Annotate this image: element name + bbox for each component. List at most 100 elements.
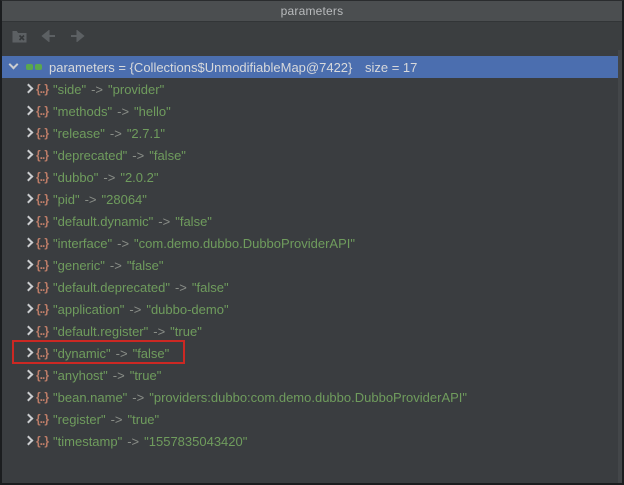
chevron-right-icon[interactable] xyxy=(23,281,35,293)
map-entry-text: "timestamp" -> "1557835043420" xyxy=(53,434,247,449)
tree-row-map-entry[interactable]: {..} "methods" -> "hello" xyxy=(2,100,618,122)
tree-row-root[interactable]: parameters = {Collections$UnmodifiableMa… xyxy=(2,56,618,78)
chevron-right-icon[interactable] xyxy=(23,237,35,249)
entry-key: "application" xyxy=(53,301,125,317)
entry-value: "2.0.2" xyxy=(120,169,159,185)
chevron-right-icon[interactable] xyxy=(23,193,35,205)
entry-value: "false" xyxy=(191,279,229,295)
map-entry-text: "methods" -> "hello" xyxy=(53,104,171,119)
map-entry-text: "deprecated" -> "false" xyxy=(53,148,186,163)
inspect-window: parameters parameters = {Collections$Unm… xyxy=(0,0,624,485)
watch-glasses-icon xyxy=(26,64,42,70)
tree-row-map-entry[interactable]: {..} "dynamic" -> "false" xyxy=(2,340,618,364)
entry-key: "release" xyxy=(53,125,105,141)
map-entry-text: "anyhost" -> "true" xyxy=(53,368,161,383)
entry-value: "false" xyxy=(126,257,164,273)
tree-row-map-entry[interactable]: {..} "side" -> "provider" xyxy=(2,78,618,100)
tree-row-map-entry[interactable]: {..} "register" -> "true" xyxy=(2,408,618,430)
map-entry-text: "default.register" -> "true" xyxy=(53,324,202,339)
forward-arrow-icon[interactable] xyxy=(69,28,85,44)
map-entry-icon: {..} xyxy=(36,368,49,382)
map-entry-icon: {..} xyxy=(36,192,49,206)
window-titlebar[interactable]: parameters xyxy=(2,1,622,22)
map-entry-icon: {..} xyxy=(36,170,49,184)
map-size-label: size = 17 xyxy=(365,59,418,75)
arrow-separator: -> xyxy=(174,279,187,295)
entry-key: "default.dynamic" xyxy=(53,213,154,229)
tree-row-map-entry[interactable]: {..} "default.dynamic" -> "false" xyxy=(2,210,618,232)
tree-row-map-entry[interactable]: {..} "pid" -> "28064" xyxy=(2,188,618,210)
tree-row-map-entry[interactable]: {..} "anyhost" -> "true" xyxy=(2,364,618,386)
tree-row-map-entry[interactable]: {..} "default.register" -> "true" xyxy=(2,320,618,342)
entry-key: "bean.name" xyxy=(53,389,128,405)
map-entry-text: "interface" -> "com.demo.dubbo.DubboProvid… xyxy=(53,236,355,251)
chevron-right-icon[interactable] xyxy=(23,127,35,139)
entry-value: "dubbo-demo" xyxy=(146,301,229,317)
map-entry-text: "release" -> "2.7.1" xyxy=(53,126,165,141)
tree-row-map-entry[interactable]: {..} "deprecated" -> "false" xyxy=(2,144,618,166)
entry-key: "default.register" xyxy=(53,323,149,339)
entry-value: "1557835043420" xyxy=(144,433,248,449)
chevron-right-icon[interactable] xyxy=(23,105,35,117)
entry-value: "provider" xyxy=(108,81,165,97)
map-entry-icon: {..} xyxy=(36,346,49,360)
tree-row-map-entry[interactable]: {..} "default.deprecated" -> "false" xyxy=(2,276,618,298)
arrow-separator: -> xyxy=(112,367,125,383)
arrow-separator: -> xyxy=(153,323,166,339)
entry-value: "true" xyxy=(129,367,162,383)
entry-key: "anyhost" xyxy=(53,367,108,383)
tree-row-map-entry[interactable]: {..} "interface" -> "com.demo.dubbo.DubboP… xyxy=(2,232,618,254)
variables-tree: parameters = {Collections$UnmodifiableMa… xyxy=(2,50,622,483)
tree-row-map-entry[interactable]: {..} "bean.name" -> "providers:dubbo:com.d… xyxy=(2,386,618,408)
entry-key: "timestamp" xyxy=(53,433,123,449)
chevron-right-icon[interactable] xyxy=(23,435,35,447)
map-entry-icon: {..} xyxy=(36,148,49,162)
folder-x-icon[interactable] xyxy=(11,28,27,44)
tree-row-map-entry[interactable]: {..} "timestamp" -> "1557835043420" xyxy=(2,430,618,452)
arrow-separator: -> xyxy=(132,147,145,163)
entry-key: "methods" xyxy=(53,103,113,119)
map-entry-text: "bean.name" -> "providers:dubbo:com.demo.d… xyxy=(53,390,467,405)
map-entry-icon: {..} xyxy=(36,104,49,118)
chevron-right-icon[interactable] xyxy=(23,303,35,315)
entry-key: "pid" xyxy=(53,191,80,207)
equals-sign: = xyxy=(118,59,126,75)
arrow-separator: -> xyxy=(115,345,128,361)
arrow-separator: -> xyxy=(109,257,122,273)
map-entry-icon: {..} xyxy=(36,126,49,140)
chevron-down-icon[interactable] xyxy=(8,61,20,73)
tree-row-map-entry[interactable]: {..} "generic" -> "false" xyxy=(2,254,618,276)
entry-key: "deprecated" xyxy=(53,147,128,163)
entry-value: "hello" xyxy=(134,103,171,119)
chevron-right-icon[interactable] xyxy=(23,369,35,381)
chevron-right-icon[interactable] xyxy=(23,83,35,95)
chevron-right-icon[interactable] xyxy=(23,391,35,403)
tree-row-map-entry[interactable]: {..} "release" -> "2.7.1" xyxy=(2,122,618,144)
map-entry-icon: {..} xyxy=(36,258,49,272)
entry-key: "dynamic" xyxy=(53,345,111,361)
map-entry-icon: {..} xyxy=(36,412,49,426)
chevron-right-icon[interactable] xyxy=(23,215,35,227)
arrow-separator: -> xyxy=(117,103,130,119)
entry-value: "2.7.1" xyxy=(126,125,165,141)
entry-value: "false" xyxy=(149,147,186,163)
map-entry-icon: {..} xyxy=(36,280,49,294)
entry-value: "providers:dubbo:com.demo.dubbo.DubboPro… xyxy=(149,389,468,405)
arrow-separator: -> xyxy=(158,213,171,229)
map-entry-text: "default.dynamic" -> "false" xyxy=(53,214,212,229)
arrow-separator: -> xyxy=(84,191,97,207)
toolbar xyxy=(2,22,622,50)
chevron-right-icon[interactable] xyxy=(23,259,35,271)
entry-value: "false" xyxy=(175,213,212,229)
chevron-right-icon[interactable] xyxy=(23,347,35,359)
map-entry-icon: {..} xyxy=(36,214,49,228)
chevron-right-icon[interactable] xyxy=(23,413,35,425)
chevron-right-icon[interactable] xyxy=(23,325,35,337)
chevron-right-icon[interactable] xyxy=(23,149,35,161)
tree-row-map-entry[interactable]: {..} "dubbo" -> "2.0.2" xyxy=(2,166,618,188)
tree-row-map-entry[interactable]: {..} "application" -> "dubbo-demo" xyxy=(2,298,618,320)
back-arrow-icon[interactable] xyxy=(40,28,56,44)
chevron-right-icon[interactable] xyxy=(23,171,35,183)
entry-value: "true" xyxy=(127,411,160,427)
arrow-separator: -> xyxy=(117,235,130,251)
